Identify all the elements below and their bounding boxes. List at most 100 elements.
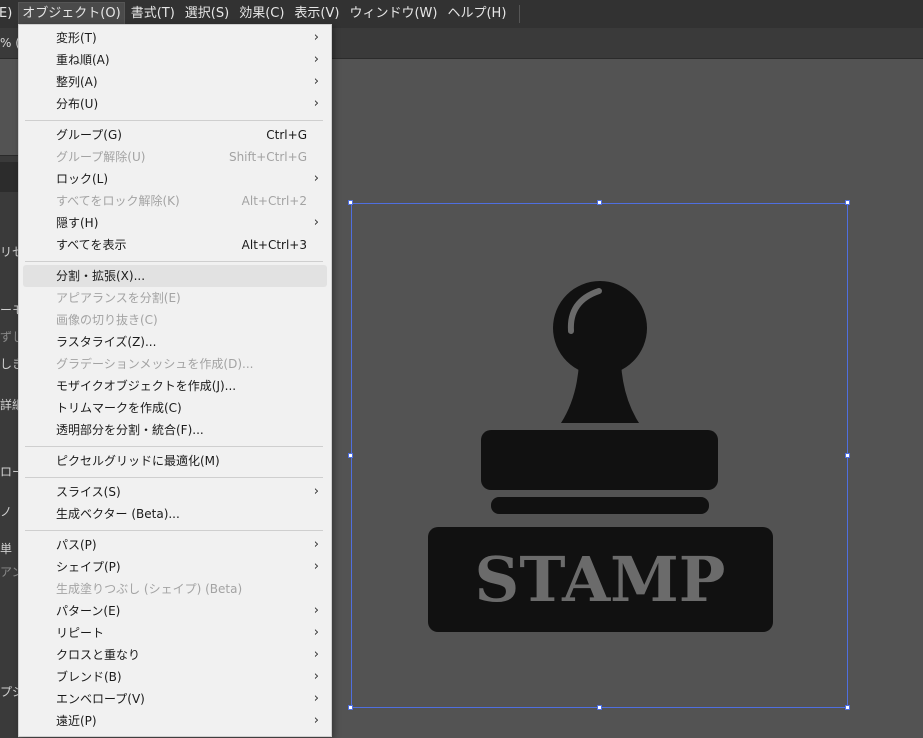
left-panel-text: アン xyxy=(0,565,18,579)
left-panel-text: ロー xyxy=(0,465,18,479)
menu-item-label: クロスと重なり xyxy=(56,648,141,662)
menu-item-label: 変形(T) xyxy=(56,31,97,45)
menu-item-group[interactable]: グループ(G) Ctrl+G xyxy=(23,124,327,146)
chevron-right-icon: › xyxy=(313,603,319,618)
left-panel-text: ーモ xyxy=(0,303,18,317)
menu-item-label: 分布(U) xyxy=(56,97,99,111)
left-panel-text: リセ xyxy=(0,245,18,259)
resize-handle[interactable] xyxy=(597,705,602,710)
menu-item-label: ラスタライズ(Z)... xyxy=(56,335,157,349)
left-panel-tab-strip xyxy=(0,162,18,192)
menu-item-label: パターン(E) xyxy=(56,604,121,618)
menu-separator xyxy=(25,477,323,478)
menu-item-align[interactable]: 整列(A) › xyxy=(23,71,327,93)
menu-item-gradient-mesh: グラデーションメッシュを作成(D)... xyxy=(23,353,327,375)
menu-item-ungroup: グループ解除(U) Shift+Ctrl+G xyxy=(23,146,327,168)
menu-item-label: 分割・拡張(X)... xyxy=(56,269,146,283)
menu-item-transform[interactable]: 変形(T) › xyxy=(23,27,327,49)
menu-item-label: グループ(G) xyxy=(56,128,122,142)
chevron-right-icon: › xyxy=(313,713,319,728)
menu-effect[interactable]: 効果(C) xyxy=(236,3,287,25)
left-panel-text: 詳細 xyxy=(0,398,18,412)
resize-handle[interactable] xyxy=(348,200,353,205)
resize-handle[interactable] xyxy=(845,453,850,458)
chevron-right-icon: › xyxy=(313,30,319,45)
menu-item-label: グラデーションメッシュを作成(D)... xyxy=(56,357,254,371)
menu-separator xyxy=(25,120,323,121)
menu-item-shape[interactable]: シェイプ(P) › xyxy=(23,556,327,578)
menu-item-label: アピアランスを分割(E) xyxy=(56,291,181,305)
menu-item-perspective[interactable]: 遠近(P) › xyxy=(23,710,327,732)
menu-edit[interactable]: E) xyxy=(0,3,15,25)
menu-item-unlock-all: すべてをロック解除(K) Alt+Ctrl+2 xyxy=(23,190,327,212)
menu-item-arrange[interactable]: 重ね順(A) › xyxy=(23,49,327,71)
menu-item-label: 生成塗りつぶし (シェイプ) (Beta) xyxy=(56,582,243,596)
chevron-right-icon: › xyxy=(313,215,319,230)
left-panel-text: プジ xyxy=(0,685,18,699)
menu-item-label: エンベロープ(V) xyxy=(56,692,145,706)
menu-item-envelope[interactable]: エンベロープ(V) › xyxy=(23,688,327,710)
resize-handle[interactable] xyxy=(845,200,850,205)
left-panel-text: ずし xyxy=(0,330,18,344)
menu-item-crop-image: 画像の切り抜き(C) xyxy=(23,309,327,331)
resize-handle[interactable] xyxy=(597,200,602,205)
menu-item-shortcut: Shift+Ctrl+G xyxy=(228,150,307,164)
menu-item-label: 透明部分を分割・統合(F)... xyxy=(56,423,204,437)
chevron-right-icon: › xyxy=(313,647,319,662)
menu-item-label: 画像の切り抜き(C) xyxy=(56,313,158,327)
menu-object[interactable]: オブジェクト(O) xyxy=(18,2,125,26)
resize-handle[interactable] xyxy=(348,453,353,458)
menu-item-label: リピート xyxy=(56,626,105,640)
menu-item-expand[interactable]: 分割・拡張(X)... xyxy=(23,265,327,287)
menu-item-distribute[interactable]: 分布(U) › xyxy=(23,93,327,115)
menu-item-shortcut: Alt+Ctrl+2 xyxy=(241,194,307,208)
resize-handle[interactable] xyxy=(845,705,850,710)
menu-item-path[interactable]: パス(P) › xyxy=(23,534,327,556)
resize-handle[interactable] xyxy=(348,705,353,710)
menu-item-mosaic[interactable]: モザイクオブジェクトを作成(J)... xyxy=(23,375,327,397)
menu-item-show-all[interactable]: すべてを表示 Alt+Ctrl+3 xyxy=(23,234,327,256)
menu-separator xyxy=(25,530,323,531)
menu-item-pattern[interactable]: パターン(E) › xyxy=(23,600,327,622)
chevron-right-icon: › xyxy=(313,484,319,499)
chevron-right-icon: › xyxy=(313,537,319,552)
left-panel-text: しき xyxy=(0,357,18,371)
menu-item-label: モザイクオブジェクトを作成(J)... xyxy=(56,379,237,393)
menu-item-blend[interactable]: ブレンド(B) › xyxy=(23,666,327,688)
menu-item-label: 重ね順(A) xyxy=(56,53,110,67)
menu-item-trim-marks[interactable]: トリムマークを作成(C) xyxy=(23,397,327,419)
menu-separator xyxy=(25,261,323,262)
menu-item-label: パス(P) xyxy=(56,538,97,552)
menu-window[interactable]: ウィンドウ(W) xyxy=(346,3,440,25)
menu-item-label: スライス(S) xyxy=(56,485,121,499)
menu-item-hide[interactable]: 隠す(H) › xyxy=(23,212,327,234)
menu-item-repeat[interactable]: リピート › xyxy=(23,622,327,644)
chevron-right-icon: › xyxy=(313,74,319,89)
menu-item-label: 遠近(P) xyxy=(56,714,97,728)
menu-select[interactable]: 選択(S) xyxy=(182,3,232,25)
menu-item-expand-appearance: アピアランスを分割(E) xyxy=(23,287,327,309)
left-panel-text: ノ xyxy=(0,505,13,519)
menu-view[interactable]: 表示(V) xyxy=(291,3,342,25)
chevron-right-icon: › xyxy=(313,669,319,684)
menu-item-label: トリムマークを作成(C) xyxy=(56,401,182,415)
menu-item-label: ピクセルグリッドに最適化(M) xyxy=(56,454,220,468)
menu-item-label: シェイプ(P) xyxy=(56,560,121,574)
menu-separator xyxy=(25,446,323,447)
left-panel-text: 単 xyxy=(0,542,13,556)
menu-item-intertwine[interactable]: クロスと重なり › xyxy=(23,644,327,666)
menu-item-flatten-transparency[interactable]: 透明部分を分割・統合(F)... xyxy=(23,419,327,441)
menu-item-label: ロック(L) xyxy=(56,172,109,186)
chevron-right-icon: › xyxy=(313,691,319,706)
menu-item-label: ブレンド(B) xyxy=(56,670,122,684)
menu-item-pixel-grid[interactable]: ピクセルグリッドに最適化(M) xyxy=(23,450,327,472)
menu-item-rasterize[interactable]: ラスタライズ(Z)... xyxy=(23,331,327,353)
menu-item-generative-vector[interactable]: 生成ベクター (Beta)... xyxy=(23,503,327,525)
menu-item-shortcut: Ctrl+G xyxy=(266,128,307,142)
menu-item-slice[interactable]: スライス(S) › xyxy=(23,481,327,503)
selection-bounding-box xyxy=(351,203,848,708)
menu-item-lock[interactable]: ロック(L) › xyxy=(23,168,327,190)
object-menu-dropdown: 変形(T) › 重ね順(A) › 整列(A) › 分布(U) › グループ(G)… xyxy=(18,24,332,737)
menu-help[interactable]: ヘルプ(H) xyxy=(444,3,509,25)
menu-type[interactable]: 書式(T) xyxy=(128,3,178,25)
